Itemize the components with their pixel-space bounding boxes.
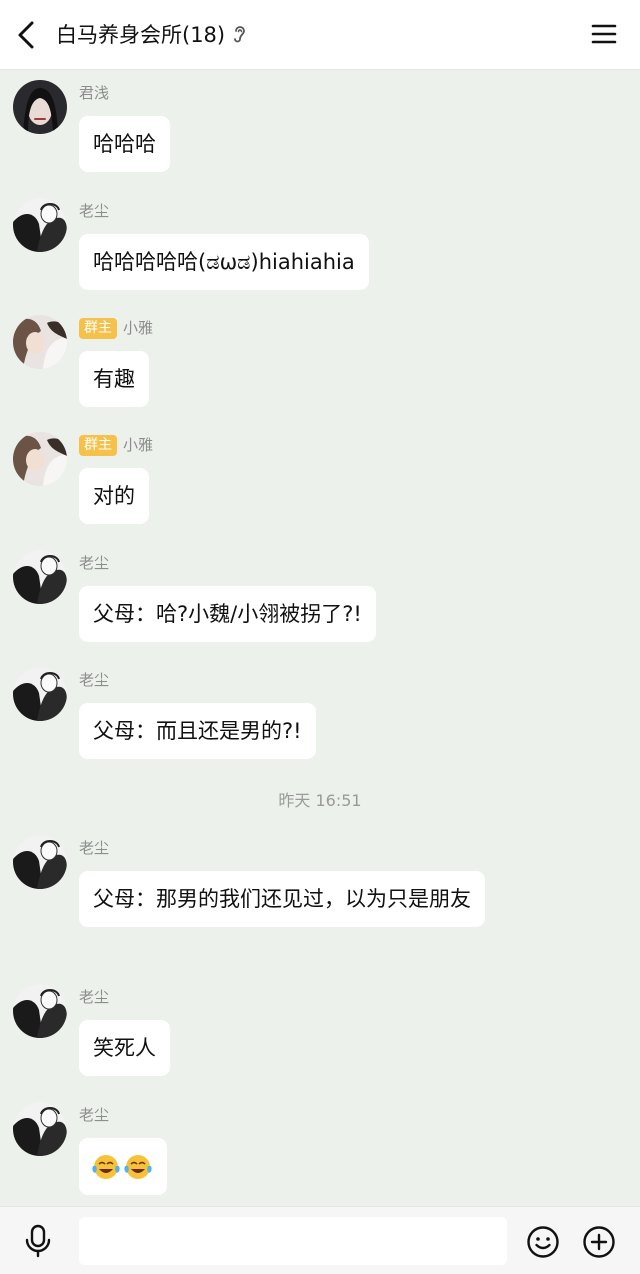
avatar-laochen[interactable] [13,198,67,252]
message-bubble[interactable]: 父母：而且还是男的?! [79,703,316,759]
message-bubble[interactable]: 哈哈哈哈哈(ಡωಡ)hiahiahia [79,234,369,290]
sender-name: 小雅 [123,436,154,454]
owner-badge: 群主 [79,317,117,339]
sender-line: 老尘 [79,837,109,859]
sender-name: 老尘 [79,1106,110,1124]
hamburger-menu-icon[interactable] [590,20,618,48]
message-bubble[interactable] [79,1138,167,1195]
owner-badge: 群主 [79,434,117,456]
message-bubble[interactable]: 笑死人 [79,1020,170,1076]
page-title: 白马养身会所(18) [56,21,247,49]
message-list[interactable]: 君浅 哈哈哈 老尘 哈哈哈哈哈(ಡωಡ)hiahiahia 群主 小雅 有趣 群… [0,70,640,1206]
chevron-left-icon[interactable] [10,17,46,53]
message-input[interactable] [79,1217,507,1265]
microphone-icon[interactable] [22,1224,54,1258]
sender-line: 老尘 [79,552,109,574]
sender-name: 小雅 [123,319,154,337]
avatar-junqian[interactable] [13,80,67,134]
avatar-xiaoya[interactable] [13,315,67,369]
avatar-laochen[interactable] [13,835,67,889]
sender-name: 老尘 [79,554,110,572]
timestamp-divider: 昨天 16:51 [278,791,362,810]
message-bubble[interactable]: 有趣 [79,351,149,407]
avatar-laochen[interactable] [13,667,67,721]
avatar-laochen[interactable] [13,1102,67,1156]
sender-name: 老尘 [79,202,110,220]
ear-icon [234,26,246,43]
sender-line: 群主 小雅 [79,434,153,456]
plus-circle-icon[interactable] [582,1225,616,1259]
sender-name: 老尘 [79,839,110,857]
sender-line: 老尘 [79,200,109,222]
sender-line: 老尘 [79,986,109,1008]
tears-of-joy-emoji [92,1155,120,1179]
sender-name: 老尘 [79,988,110,1006]
input-bar [0,1206,640,1274]
message-bubble[interactable]: 哈哈哈 [79,116,170,172]
avatar-laochen[interactable] [13,550,67,604]
message-bubble[interactable]: 父母：那男的我们还见过，以为只是朋友 [79,871,485,927]
sender-name: 君浅 [79,84,110,102]
sender-name: 老尘 [79,671,110,689]
sender-line: 老尘 [79,669,109,691]
tears-of-joy-emoji [124,1155,152,1179]
top-bar: 白马养身会所(18) [0,0,640,70]
avatar-laochen[interactable] [13,984,67,1038]
message-bubble[interactable]: 父母：哈?小魏/小翎被拐了?! [79,586,376,642]
sender-line: 群主 小雅 [79,317,153,339]
sender-line: 老尘 [79,1104,109,1126]
avatar-xiaoya[interactable] [13,432,67,486]
group-name: 白马养身会所(18) [56,23,226,47]
smiley-icon[interactable] [526,1225,560,1259]
sender-line: 君浅 [79,82,109,104]
message-bubble[interactable]: 对的 [79,468,149,524]
